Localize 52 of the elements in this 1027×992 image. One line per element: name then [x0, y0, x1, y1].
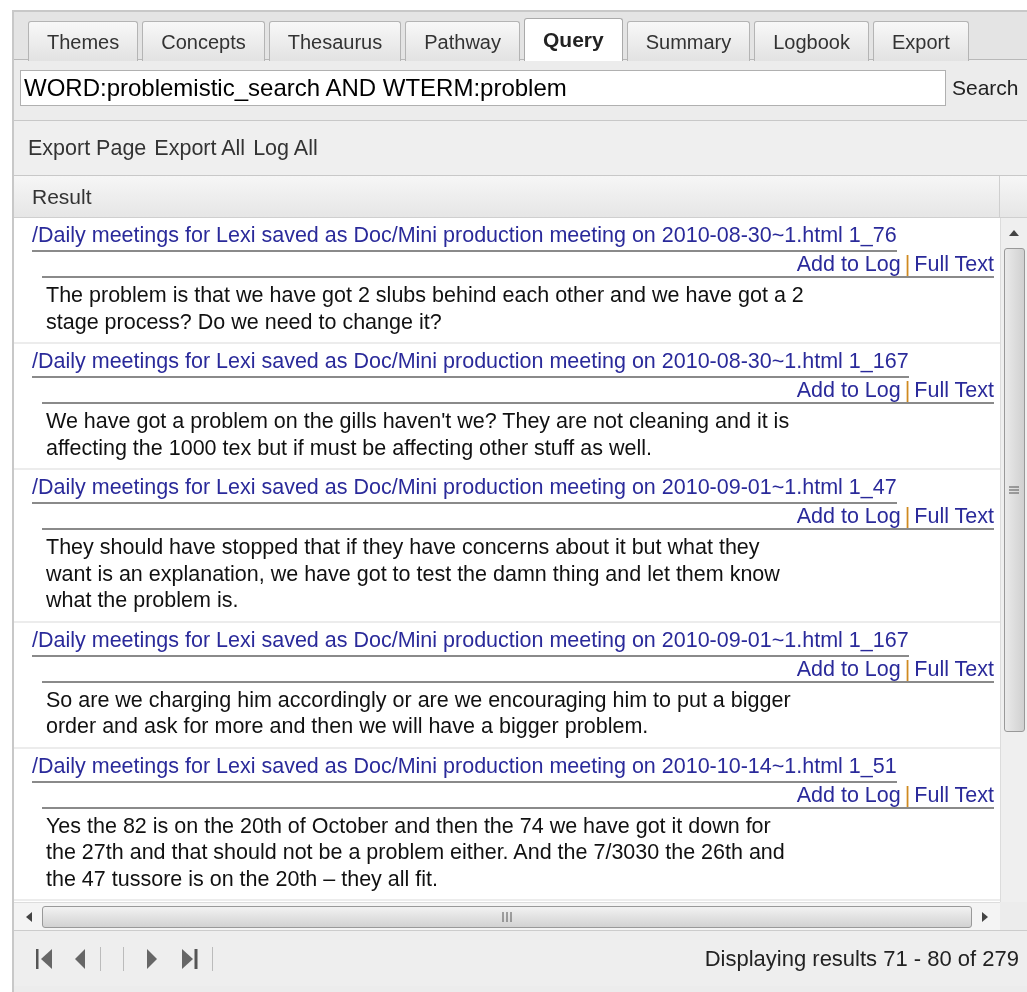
next-page-icon[interactable] [146, 947, 158, 970]
action-link[interactable]: Add to Log [796, 252, 901, 276]
result-link[interactable]: /Daily meetings for Lexi saved as Doc/Mini production meeting on 2010-08-30~1.html 1_76 [32, 223, 897, 247]
result-link[interactable]: /Daily meetings for Lexi saved as Doc/Mini production meeting on 2010-08-30~1.html 1_167 [32, 349, 909, 373]
results-count: Displaying results 71 - 80 of 279 [704, 945, 1019, 973]
scroll-left-icon[interactable] [26, 911, 32, 922]
tab[interactable]: Logbook [754, 21, 869, 61]
action-link[interactable]: Full Text [914, 782, 994, 807]
result-text: We have got a problem on the gills haven't we? They are not cleaning and it is affecting the 1000 tex but if must be affecting other stuff as well. [46, 408, 791, 461]
separator: | [903, 782, 912, 807]
tab[interactable]: Summary [626, 21, 751, 61]
toolbar-button[interactable]: Export All [154, 131, 246, 165]
result-link[interactable]: /Daily meetings for Lexi saved as Doc/Mini production meeting on 2010-09-01~1.html 1_47 [32, 475, 897, 499]
action-link[interactable]: Add to Log [796, 504, 901, 528]
tab[interactable]: Themes [28, 21, 139, 61]
search-field[interactable]: WORD:problemistic_search AND WTERM:problem [20, 70, 946, 106]
action-link[interactable]: Full Text [914, 378, 994, 402]
last-page-icon[interactable] [180, 947, 198, 970]
search-button[interactable]: Search [952, 72, 1019, 104]
action-link[interactable]: Full Text [914, 252, 994, 276]
scroll-up-icon[interactable] [1009, 230, 1019, 236]
vertical-scrollbar[interactable] [1000, 218, 1027, 902]
result-text: Yes the 82 is on the 20th of October and then the 74 we have got it down for the 27th and that should not be a problem either. And the 7/3030 the 26th and the 47 tussore is on the 20th – they all fit. [46, 812, 786, 892]
separator: | [903, 656, 912, 681]
previous-page-icon[interactable] [74, 947, 86, 970]
action-link[interactable]: Add to Log [796, 378, 901, 402]
scrollbar-thumb[interactable] [42, 905, 972, 928]
separator: | [903, 378, 912, 402]
result-text: So are we charging him accordingly or are we encouraging him to put a bigger order and ask for more and then we will have a bigger problem. [46, 686, 792, 740]
tab[interactable]: Concepts [142, 21, 265, 61]
tab[interactable]: Export [873, 21, 969, 61]
scrollbar-thumb[interactable] [1003, 248, 1025, 732]
result-link[interactable]: /Daily meetings for Lexi saved as Doc/Mini production meeting on 2010-09-01~1.html 1_167 [32, 627, 909, 652]
separator: | [903, 252, 912, 276]
tab[interactable]: Thesaurus [268, 21, 402, 61]
horizontal-scrollbar[interactable] [14, 902, 1000, 930]
grip-icon [502, 911, 512, 922]
action-link[interactable]: Full Text [914, 504, 994, 528]
action-link[interactable]: Add to Log [796, 656, 901, 681]
action-link[interactable]: Add to Log [796, 782, 901, 807]
toolbar-button[interactable]: Log All [253, 131, 318, 165]
result-link[interactable]: /Daily meetings for Lexi saved as Doc/Mini production meeting on 2010-10-14~1.html 1_51 [32, 753, 897, 778]
result-text: The problem is that we have got 2 slubs behind each other and we have got a 2 stage process? Do we need to change it? [46, 282, 804, 335]
toolbar-button[interactable]: Export Page [28, 131, 147, 165]
action-link[interactable]: Full Text [914, 656, 994, 681]
result-text: They should have stopped that if they have concerns about it but what they want is an explanation, we have got to test the damn thing and let them know what the problem is. [46, 534, 781, 614]
tab[interactable]: Pathway [405, 21, 520, 61]
separator: | [903, 504, 912, 528]
scroll-right-icon[interactable] [982, 911, 988, 922]
tab[interactable]: Query [523, 18, 623, 61]
grip-icon [1009, 486, 1019, 494]
first-page-icon[interactable] [36, 947, 54, 970]
